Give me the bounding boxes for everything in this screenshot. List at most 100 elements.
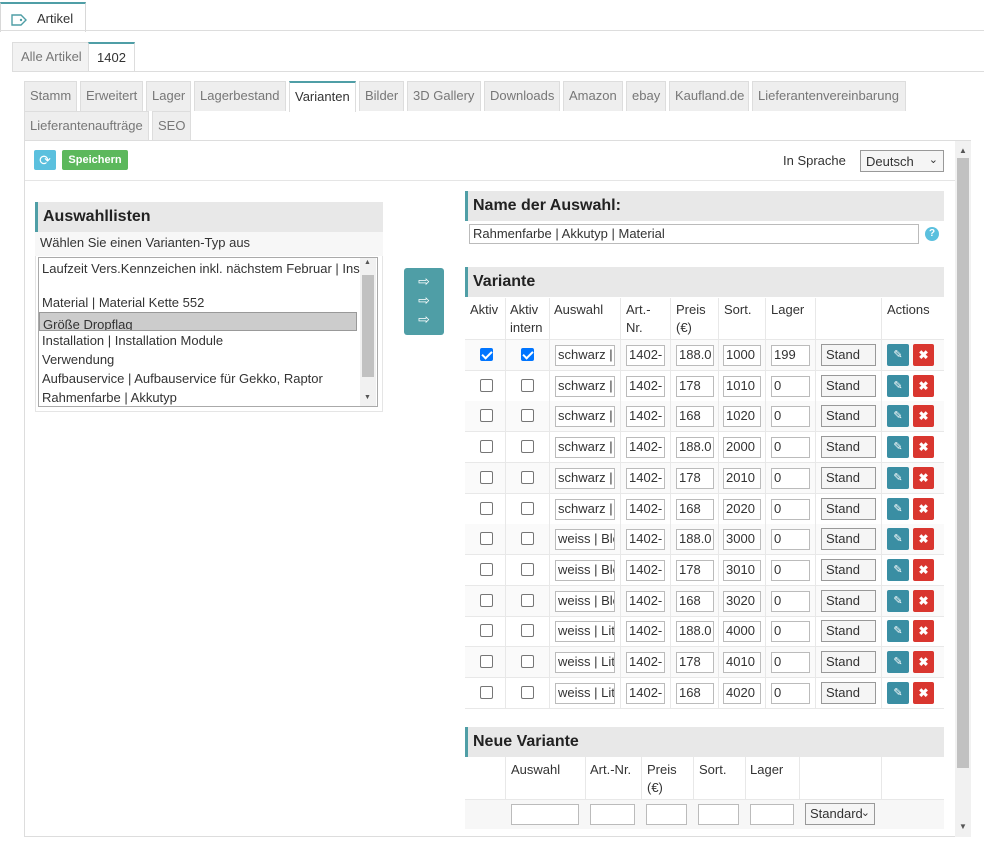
edit-button[interactable]: ✎ [887, 436, 909, 458]
auswahl-input[interactable]: weiss | Lit [555, 683, 615, 704]
artnr-input[interactable]: 1402- [626, 529, 665, 550]
lager-input[interactable]: 0 [771, 529, 810, 550]
aktiv-intern-checkbox[interactable] [521, 563, 534, 576]
artnr-input[interactable]: 1402- [626, 621, 665, 642]
new-type-select[interactable]: Standard ⌄ [805, 803, 875, 825]
type-select[interactable]: Stand [821, 682, 876, 704]
edit-button[interactable]: ✎ [887, 559, 909, 581]
delete-button[interactable]: ✖ [913, 344, 934, 366]
aktiv-intern-checkbox[interactable] [521, 655, 534, 668]
save-button[interactable]: Speichern [62, 150, 128, 170]
aktiv-intern-checkbox[interactable] [521, 624, 534, 637]
edit-button[interactable]: ✎ [887, 528, 909, 550]
lager-input[interactable]: 0 [771, 683, 810, 704]
list-item[interactable]: Aufbauservice | Aufbauservice für Gekko,… [42, 369, 360, 388]
lager-input[interactable]: 0 [771, 560, 810, 581]
type-select[interactable]: Stand [821, 620, 876, 642]
lager-input[interactable]: 0 [771, 437, 810, 458]
tab-erweitert[interactable]: Erweitert [80, 81, 143, 111]
selection-name-input[interactable]: Rahmenfarbe | Akkutyp | Material [469, 224, 919, 244]
sort-input[interactable]: 4000 [723, 621, 761, 642]
edit-button[interactable]: ✎ [887, 651, 909, 673]
tab-stamm[interactable]: Stamm [24, 81, 77, 111]
type-select[interactable]: Stand [821, 528, 876, 550]
type-select[interactable]: Stand [821, 405, 876, 427]
aktiv-intern-checkbox[interactable] [521, 502, 534, 515]
edit-button[interactable]: ✎ [887, 498, 909, 520]
artnr-input[interactable]: 1402- [626, 468, 665, 489]
auswahl-input[interactable]: schwarz | B [555, 345, 615, 366]
delete-button[interactable]: ✖ [913, 498, 934, 520]
edit-button[interactable]: ✎ [887, 590, 909, 612]
delete-button[interactable]: ✖ [913, 651, 934, 673]
tab-downloads[interactable]: Downloads [484, 81, 560, 111]
page-scrollbar-thumb[interactable] [957, 158, 969, 768]
list-item[interactable]: Material | Material Kette 552 [42, 293, 360, 312]
new-preis-input[interactable] [646, 804, 687, 825]
listbox-scrollbar-thumb[interactable] [362, 275, 374, 377]
type-select[interactable]: Stand [821, 498, 876, 520]
edit-button[interactable]: ✎ [887, 375, 909, 397]
list-item[interactable]: Verwendung [42, 350, 360, 369]
artnr-input[interactable]: 1402- [626, 683, 665, 704]
aktiv-intern-checkbox[interactable] [521, 594, 534, 607]
lager-input[interactable]: 0 [771, 376, 810, 397]
scroll-up-icon[interactable]: ▲ [364, 259, 371, 266]
sort-input[interactable]: 3020 [723, 591, 761, 612]
edit-button[interactable]: ✎ [887, 405, 909, 427]
tab-kaufland[interactable]: Kaufland.de [669, 81, 749, 111]
lager-input[interactable]: 0 [771, 468, 810, 489]
aktiv-intern-checkbox[interactable] [521, 686, 534, 699]
type-select[interactable]: Stand [821, 559, 876, 581]
aktiv-checkbox[interactable] [480, 624, 493, 637]
sort-input[interactable]: 4010 [723, 652, 761, 673]
delete-button[interactable]: ✖ [913, 528, 934, 550]
sort-input[interactable]: 2010 [723, 468, 761, 489]
language-select[interactable]: Deutsch ⌄ [860, 150, 944, 172]
artnr-input[interactable]: 1402- [626, 345, 665, 366]
sort-input[interactable]: 3000 [723, 529, 761, 550]
type-select[interactable]: Stand [821, 590, 876, 612]
aktiv-checkbox[interactable] [480, 471, 493, 484]
lager-input[interactable]: 0 [771, 499, 810, 520]
preis-input[interactable]: 168 [676, 499, 714, 520]
list-item[interactable]: Laufzeit Vers.Kennzeichen inkl. nächstem… [42, 259, 360, 278]
tab-lieferantenauftraege[interactable]: Lieferantenaufträge [24, 111, 149, 141]
scroll-down-icon[interactable]: ▼ [364, 394, 371, 401]
tab-bilder[interactable]: Bilder [359, 81, 404, 111]
aktiv-checkbox[interactable] [480, 348, 493, 361]
preis-input[interactable]: 168 [676, 406, 714, 427]
aktiv-checkbox[interactable] [480, 655, 493, 668]
tab-ebay[interactable]: ebay [626, 81, 666, 111]
lager-input[interactable]: 0 [771, 652, 810, 673]
edit-button[interactable]: ✎ [887, 620, 909, 642]
auswahl-input[interactable]: weiss | Ble [555, 529, 615, 550]
aktiv-intern-checkbox[interactable] [521, 409, 534, 422]
aktiv-checkbox[interactable] [480, 440, 493, 453]
aktiv-checkbox[interactable] [480, 409, 493, 422]
artnr-input[interactable]: 1402- [626, 376, 665, 397]
preis-input[interactable]: 188.0 [676, 621, 714, 642]
tab-lagerbestand[interactable]: Lagerbestand [194, 81, 286, 111]
delete-button[interactable]: ✖ [913, 436, 934, 458]
preis-input[interactable]: 178 [676, 468, 714, 489]
artnr-input[interactable]: 1402- [626, 437, 665, 458]
help-icon[interactable]: ? [925, 227, 939, 241]
new-lager-input[interactable] [750, 804, 794, 825]
auswahl-input[interactable]: schwarz | B [555, 406, 615, 427]
aktiv-checkbox[interactable] [480, 532, 493, 545]
tab-3d-gallery[interactable]: 3D Gallery [407, 81, 481, 111]
artnr-input[interactable]: 1402- [626, 591, 665, 612]
aktiv-checkbox[interactable] [480, 563, 493, 576]
new-auswahl-input[interactable] [511, 804, 579, 825]
sort-input[interactable]: 2000 [723, 437, 761, 458]
list-item[interactable]: Installation | Installation Module [42, 331, 360, 350]
delete-button[interactable]: ✖ [913, 590, 934, 612]
scroll-up-icon[interactable]: ▲ [959, 146, 967, 155]
delete-button[interactable]: ✖ [913, 620, 934, 642]
edit-button[interactable]: ✎ [887, 467, 909, 489]
delete-button[interactable]: ✖ [913, 467, 934, 489]
aktiv-checkbox[interactable] [480, 594, 493, 607]
auswahl-input[interactable]: schwarz | L [555, 499, 615, 520]
aktiv-intern-checkbox[interactable] [521, 532, 534, 545]
